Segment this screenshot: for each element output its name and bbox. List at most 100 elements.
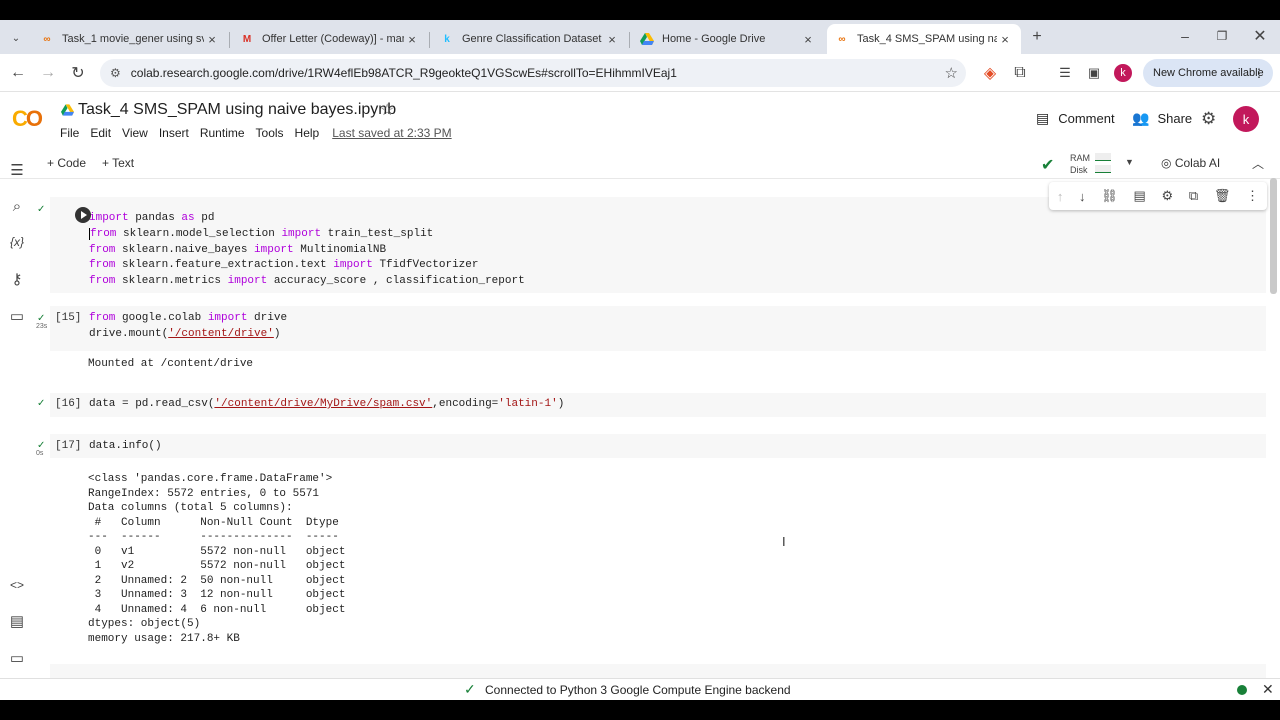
execution-count: [16] xyxy=(55,398,82,410)
table-of-contents-icon[interactable]: ☰ xyxy=(7,160,27,180)
bookmark-star-icon[interactable]: ☆ xyxy=(945,64,958,82)
resources-indicator[interactable]: ✔ RAM Disk ▼ xyxy=(1041,149,1141,179)
add-text-button[interactable]: + Text xyxy=(102,156,134,170)
code-text: data = pd.read_csv( xyxy=(89,398,215,410)
colab-logo[interactable]: CO xyxy=(12,106,43,132)
tab-divider xyxy=(429,32,430,48)
close-icon[interactable]: ✕ xyxy=(1262,681,1274,698)
extensions-puzzle-icon[interactable]: ⧉ xyxy=(1010,63,1030,83)
variables-icon[interactable]: {x} xyxy=(7,232,27,252)
window-close-icon[interactable]: ✕ xyxy=(1250,26,1270,46)
menu-file[interactable]: File xyxy=(60,126,79,140)
share-label: Share xyxy=(1157,111,1193,126)
url-omnibox[interactable]: ⚙ colab.research.google.com/drive/1RW4ef… xyxy=(100,59,966,87)
url-text: colab.research.google.com/drive/1RW4eflE… xyxy=(130,66,677,80)
comment-label: Comment xyxy=(1058,111,1115,126)
chevron-up-icon[interactable]: ︿ xyxy=(1252,155,1264,172)
more-icon[interactable]: ⋮ xyxy=(1246,188,1259,204)
restore-icon[interactable]: ❐ xyxy=(1212,26,1232,46)
ram-bar xyxy=(1095,153,1111,161)
tab-3[interactable]: k Genre Classification Dataset IM × xyxy=(432,24,628,54)
code-cell-imports[interactable]: import pandas as pd from sklearn.model_s… xyxy=(50,197,1266,293)
terminal-icon[interactable]: ▭ xyxy=(7,648,27,668)
code-cell-read-csv[interactable]: [16] data = pd.read_csv('/content/drive/M… xyxy=(50,393,1266,417)
last-saved-link[interactable]: Last saved at 2:33 PM xyxy=(332,126,451,140)
side-panel-icon[interactable]: ▣ xyxy=(1084,63,1104,83)
profile-avatar[interactable]: k xyxy=(1114,64,1132,82)
run-cell-button[interactable] xyxy=(75,207,91,223)
close-icon[interactable]: × xyxy=(204,32,220,47)
menu-view[interactable]: View xyxy=(122,126,148,140)
mirror-cell-icon[interactable]: ⧉ xyxy=(1189,188,1198,204)
comment-button[interactable]: ▤ Comment xyxy=(1036,110,1115,127)
code-cell-next[interactable] xyxy=(50,664,1266,678)
star-icon[interactable]: ☆ xyxy=(380,100,394,120)
code-cell-info[interactable]: [17] data.info() xyxy=(50,434,1266,458)
secrets-key-icon[interactable]: ⚷ xyxy=(7,269,27,289)
new-tab-icon[interactable]: + xyxy=(1027,27,1047,47)
share-people-icon: 👥 xyxy=(1132,110,1150,126)
close-icon[interactable]: × xyxy=(800,32,816,47)
tab-title: Home - Google Drive xyxy=(662,33,766,45)
move-down-icon[interactable]: ↓ xyxy=(1079,189,1086,204)
tab-1[interactable]: ∞ Task_1 movie_gener using svm. × xyxy=(32,24,228,54)
drive-icon xyxy=(640,32,654,46)
media-controls-icon[interactable]: ☰ xyxy=(1055,63,1075,83)
minimize-icon[interactable]: – xyxy=(1175,26,1195,46)
code-text: data.info() xyxy=(89,440,162,452)
disk-bar xyxy=(1095,165,1111,173)
scrollbar[interactable] xyxy=(1270,178,1277,294)
site-info-icon[interactable]: ⚙ xyxy=(110,66,121,80)
menu-runtime[interactable]: Runtime xyxy=(200,126,245,140)
menu-help[interactable]: Help xyxy=(295,126,320,140)
account-avatar[interactable]: k xyxy=(1233,106,1259,132)
tab-search-icon[interactable]: ⌄ xyxy=(6,28,26,48)
close-icon[interactable]: × xyxy=(404,32,420,47)
notebook-title[interactable]: Task_4 SMS_SPAM using naive bayes.ipynb xyxy=(78,101,396,119)
ram-label: RAM xyxy=(1070,153,1090,163)
kebab-menu-icon: ⋮ xyxy=(1253,66,1265,80)
command-palette-icon[interactable]: ▤ xyxy=(7,611,27,631)
kaggle-icon: k xyxy=(444,33,450,45)
add-code-button[interactable]: + Code xyxy=(47,156,86,170)
move-up-icon[interactable]: ↑ xyxy=(1057,189,1064,204)
colab-ai-label: Colab AI xyxy=(1174,156,1221,170)
share-button[interactable]: 👥 Share xyxy=(1132,110,1192,127)
link-icon[interactable]: ⛓ xyxy=(1101,188,1118,204)
code-line: from sklearn.naive_bayes import Multinom… xyxy=(89,243,387,256)
code-snippets-icon[interactable]: <> xyxy=(7,575,27,595)
reload-icon[interactable]: ↻ xyxy=(68,63,88,83)
code-cell-mount[interactable]: [15] from google.colab import drive drive… xyxy=(50,306,1266,351)
tab-title: Task_1 movie_gener using svm. xyxy=(62,33,204,45)
back-icon[interactable]: ← xyxy=(8,63,28,83)
new-chrome-available-button[interactable]: New Chrome available ⋮ xyxy=(1143,59,1273,87)
code-text: ,encoding= xyxy=(432,398,499,410)
settings-gear-icon[interactable]: ⚙ xyxy=(1201,109,1216,129)
comment-icon[interactable]: ▤ xyxy=(1133,188,1145,204)
files-folder-icon[interactable]: ▭ xyxy=(7,306,27,326)
menu-edit[interactable]: Edit xyxy=(90,126,111,140)
execution-time: 23s xyxy=(36,323,48,330)
extension-icon[interactable]: ◈ xyxy=(980,63,1000,83)
code-line: from sklearn.metrics import accuracy_sco… xyxy=(89,275,525,288)
menu-insert[interactable]: Insert xyxy=(159,126,189,140)
colab-icon: ∞ xyxy=(43,33,51,45)
chevron-down-icon[interactable]: ▼ xyxy=(1125,157,1134,167)
close-icon[interactable]: × xyxy=(997,32,1013,47)
tab-2[interactable]: M Offer Letter (Codeway)] - manq × xyxy=(232,24,428,54)
csv-path-string: '/content/drive/MyDrive/spam.csv' xyxy=(214,398,433,410)
code-line: from sklearn.feature_extraction.text imp… xyxy=(89,259,479,272)
cell-toolbar: ↑ ↓ ⛓ ▤ ⚙ ⧉ 🗑 ⋮ xyxy=(1049,182,1267,210)
delete-icon[interactable]: 🗑 xyxy=(1214,188,1231,204)
forward-icon[interactable]: → xyxy=(38,63,58,83)
tab-5-active[interactable]: ∞ Task_4 SMS_SPAM using naive × xyxy=(827,24,1021,54)
close-icon[interactable]: × xyxy=(604,32,620,47)
gear-icon[interactable]: ⚙ xyxy=(1161,188,1173,204)
tab-divider xyxy=(629,32,630,48)
tab-4[interactable]: Home - Google Drive × xyxy=(632,24,824,54)
search-icon[interactable]: ⌕ xyxy=(7,196,27,216)
cell-success-check-icon: ✓ xyxy=(37,204,46,215)
menu-tools[interactable]: Tools xyxy=(256,126,284,140)
notebook-toolbar: + Code + Text ✔ RAM Disk ▼ ◎ Colab AI ︿ xyxy=(0,149,1280,179)
colab-ai-button[interactable]: ◎ Colab AI xyxy=(1161,156,1220,170)
